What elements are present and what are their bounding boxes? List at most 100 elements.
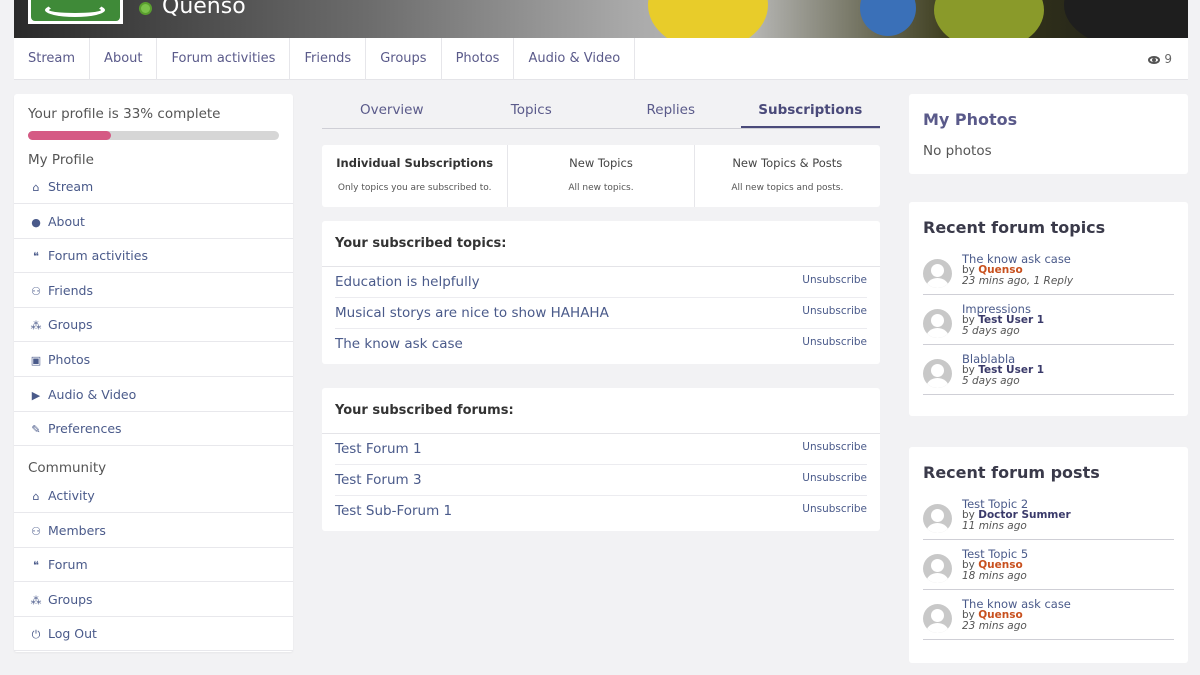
sub-type-desc: Only topics you are subscribed to. [337, 183, 492, 193]
users-icon: ⚇ [31, 284, 41, 298]
online-status-icon [139, 2, 152, 15]
avatar[interactable] [923, 604, 952, 633]
unsubscribe-link[interactable]: Unsubscribe [802, 503, 867, 515]
unsubscribe-link[interactable]: Unsubscribe [802, 472, 867, 484]
sidebar-item-preferences[interactable]: ✎ Preferences [14, 412, 293, 447]
sub-type-new-topics-posts[interactable]: New Topics & Posts All new topics and po… [695, 145, 880, 207]
my-photos-widget: My Photos No photos [909, 94, 1188, 174]
sidebar-item-label: Log Out [48, 626, 97, 642]
cover-art-shape [934, 0, 1044, 38]
group-icon: ⁂ [30, 319, 42, 333]
unsubscribe-link[interactable]: Unsubscribe [802, 274, 867, 286]
subscription-row: Musical storys are nice to show HAHAHA Un… [335, 298, 867, 329]
sidebar-item-log-out[interactable]: ⏻ Log Out [14, 617, 293, 652]
recent-item-time: 11 mins ago [962, 520, 1027, 532]
recent-item: The know ask case by Quenso 23 mins ago [923, 590, 1174, 640]
profile-views: 9 [1148, 38, 1172, 80]
subscription-link[interactable]: Education is helpfully [335, 274, 480, 290]
recent-item-time: 18 mins ago [962, 570, 1027, 582]
cover-art-shape [860, 0, 916, 36]
unsubscribe-link[interactable]: Unsubscribe [802, 336, 867, 348]
subscribed-forums-heading: Your subscribed forums: [322, 388, 880, 434]
avatar[interactable] [923, 259, 952, 288]
sidebar-item-forum[interactable]: ❝ Forum [14, 548, 293, 583]
sidebar-item-label: Groups [48, 591, 93, 607]
subscription-link[interactable]: Musical storys are nice to show HAHAHA [335, 305, 609, 321]
sidebar-item-label: Forum [48, 557, 88, 573]
sidebar-item-photos[interactable]: ▣ Photos [14, 343, 293, 377]
sidebar-item-audio-video[interactable]: ▶ Audio & Video [14, 378, 293, 412]
sidebar-item-groups[interactable]: ⁂ Groups [14, 308, 293, 343]
tab-subscriptions[interactable]: Subscriptions [740, 94, 880, 128]
home-icon: ⌂ [32, 490, 40, 503]
sidebar-item-activity[interactable]: ⌂ Activity [14, 479, 293, 513]
avatar[interactable] [923, 309, 952, 338]
subscription-row: Education is helpfully Unsubscribe [335, 267, 867, 298]
subscription-row: The know ask case Unsubscribe [335, 329, 867, 360]
subscription-link[interactable]: Test Sub-Forum 1 [335, 503, 452, 519]
subscription-type-selector: Individual Subscriptions Only topics you… [322, 145, 880, 207]
recent-item: Blablabla by Test User 15 days ago [923, 345, 1174, 395]
recent-topics-widget: Recent forum topics The know ask case by … [909, 202, 1188, 416]
subscription-row: Test Sub-Forum 1 Unsubscribe [335, 496, 867, 527]
sidebar-item-label: Friends [48, 282, 93, 298]
sidebar-item-stream[interactable]: ⌂ Stream [14, 170, 293, 204]
sidebar-item-label: Preferences [48, 421, 122, 437]
subscribed-forums-panel: Your subscribed forums: Test Forum 1 Unsu… [322, 388, 880, 531]
nav-forum-activities[interactable]: Forum activities [157, 38, 291, 80]
nav-about[interactable]: About [90, 38, 158, 80]
subscribed-topics-panel: Your subscribed topics: Education is hel… [322, 221, 880, 364]
tab-replies[interactable]: Replies [601, 94, 741, 128]
community-heading: Community [28, 460, 107, 476]
no-photos-text: No photos [923, 143, 992, 159]
site-logo[interactable] [28, 0, 123, 24]
nav-groups[interactable]: Groups [366, 38, 442, 80]
sub-type-new-topics[interactable]: New Topics All new topics. [508, 145, 695, 207]
sub-type-title: New Topics & Posts [732, 156, 843, 170]
recent-item-time: 23 mins ago, 1 Reply [962, 275, 1074, 287]
nav-audio-video[interactable]: Audio & Video [514, 38, 636, 80]
sidebar-item-label: About [48, 213, 85, 229]
tab-topics[interactable]: Topics [462, 94, 602, 128]
group-icon: ⁂ [30, 593, 42, 607]
subscription-link[interactable]: Test Forum 3 [335, 472, 422, 488]
sub-type-individual[interactable]: Individual Subscriptions Only topics you… [322, 145, 509, 207]
recent-item: Test Topic 2 by Doctor Summer 11 mins ago [923, 490, 1174, 540]
sidebar-item-label: Stream [48, 179, 94, 194]
tab-overview[interactable]: Overview [322, 94, 462, 128]
video-icon: ▶ [31, 388, 41, 402]
subscription-link[interactable]: The know ask case [335, 336, 463, 352]
recent-item: Impressions by Test User 15 days ago [923, 295, 1174, 345]
sub-type-desc: All new topics. [568, 183, 634, 193]
recent-item: The know ask case by Quenso 23 mins ago, 1… [923, 245, 1174, 295]
sidebar-item-about[interactable]: ● About [14, 205, 293, 239]
avatar[interactable] [923, 554, 952, 583]
recent-item-time: 23 mins ago [962, 620, 1027, 632]
recent-posts-title: Recent forum posts [923, 463, 1100, 482]
sidebar-item-members[interactable]: ⚇ Members [14, 514, 293, 548]
avatar[interactable] [923, 359, 952, 388]
comments-icon: ❝ [33, 559, 39, 573]
profile-progress-fill [28, 131, 111, 140]
avatar[interactable] [923, 504, 952, 533]
sub-type-desc: All new topics and posts. [731, 183, 844, 193]
sidebar-item-label: Photos [48, 352, 91, 367]
unsubscribe-link[interactable]: Unsubscribe [802, 305, 867, 317]
recent-item-time: 5 days ago [962, 325, 1020, 337]
recent-item-time: 5 days ago [962, 375, 1020, 387]
unsubscribe-link[interactable]: Unsubscribe [802, 441, 867, 453]
subscription-link[interactable]: Test Forum 1 [335, 441, 422, 457]
subscription-row: Test Forum 3 Unsubscribe [335, 465, 867, 496]
nav-stream[interactable]: Stream [14, 38, 91, 80]
home-icon: ⌂ [32, 181, 40, 194]
my-profile-heading: My Profile [28, 152, 94, 168]
sidebar-item-groups[interactable]: ⁂ Groups [14, 583, 293, 617]
sidebar-item-label: Activity [48, 488, 95, 503]
sidebar-item-friends[interactable]: ⚇ Friends [14, 274, 293, 308]
nav-photos[interactable]: Photos [442, 38, 515, 80]
sidebar-item-forum-activities[interactable]: ❝ Forum activities [14, 239, 293, 274]
forum-tabs: Overview Topics Replies Subscriptions [322, 94, 880, 129]
nav-friends[interactable]: Friends [290, 38, 367, 80]
sidebar-item-label: Forum activities [48, 248, 148, 264]
my-photos-title[interactable]: My Photos [923, 110, 1017, 129]
